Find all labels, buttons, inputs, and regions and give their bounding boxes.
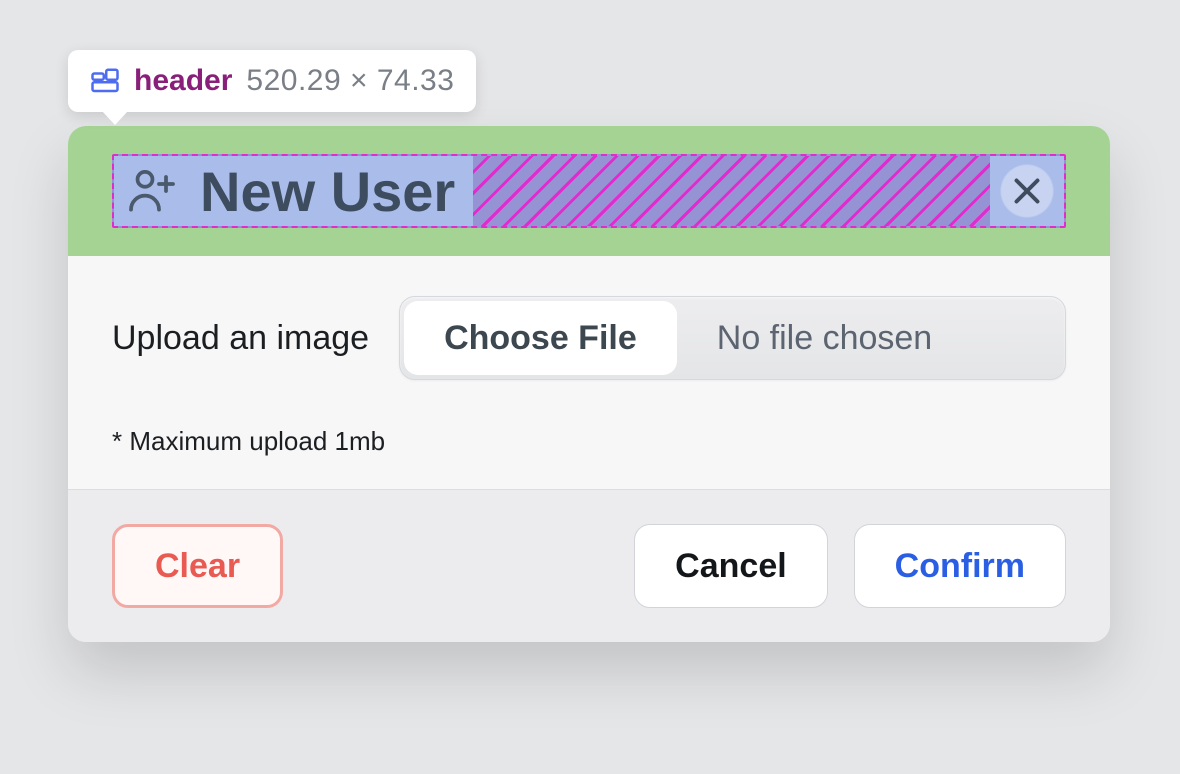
upload-label: Upload an image bbox=[112, 319, 369, 358]
new-user-modal: New User Upload an image Choose File No … bbox=[68, 126, 1110, 642]
modal-title: New User bbox=[200, 159, 455, 224]
header-flex-gap bbox=[473, 156, 990, 226]
file-status: No file chosen bbox=[681, 297, 1065, 379]
confirm-button[interactable]: Confirm bbox=[854, 524, 1066, 608]
add-person-icon bbox=[124, 163, 180, 219]
devtools-tag-name: header bbox=[134, 66, 232, 96]
close-button[interactable] bbox=[996, 160, 1058, 222]
file-input[interactable]: Choose File No file chosen bbox=[399, 296, 1066, 380]
upload-row: Upload an image Choose File No file chos… bbox=[112, 296, 1066, 380]
modal-body: Upload an image Choose File No file chos… bbox=[68, 256, 1110, 489]
upload-hint: * Maximum upload 1mb bbox=[112, 426, 1066, 457]
cancel-button[interactable]: Cancel bbox=[634, 524, 828, 608]
header-title-zone: New User bbox=[114, 156, 473, 226]
devtools-tooltip: header 520.29 × 74.33 bbox=[68, 50, 476, 112]
modal-header: New User bbox=[68, 126, 1110, 256]
layout-grid-icon bbox=[90, 66, 120, 96]
devtools-dimensions: 520.29 × 74.33 bbox=[246, 66, 454, 96]
header-close-zone bbox=[990, 156, 1064, 226]
choose-file-button[interactable]: Choose File bbox=[404, 301, 677, 375]
clear-button[interactable]: Clear bbox=[112, 524, 283, 608]
modal-footer: Clear Cancel Confirm bbox=[68, 489, 1110, 642]
header-inspected-box: New User bbox=[112, 154, 1066, 228]
